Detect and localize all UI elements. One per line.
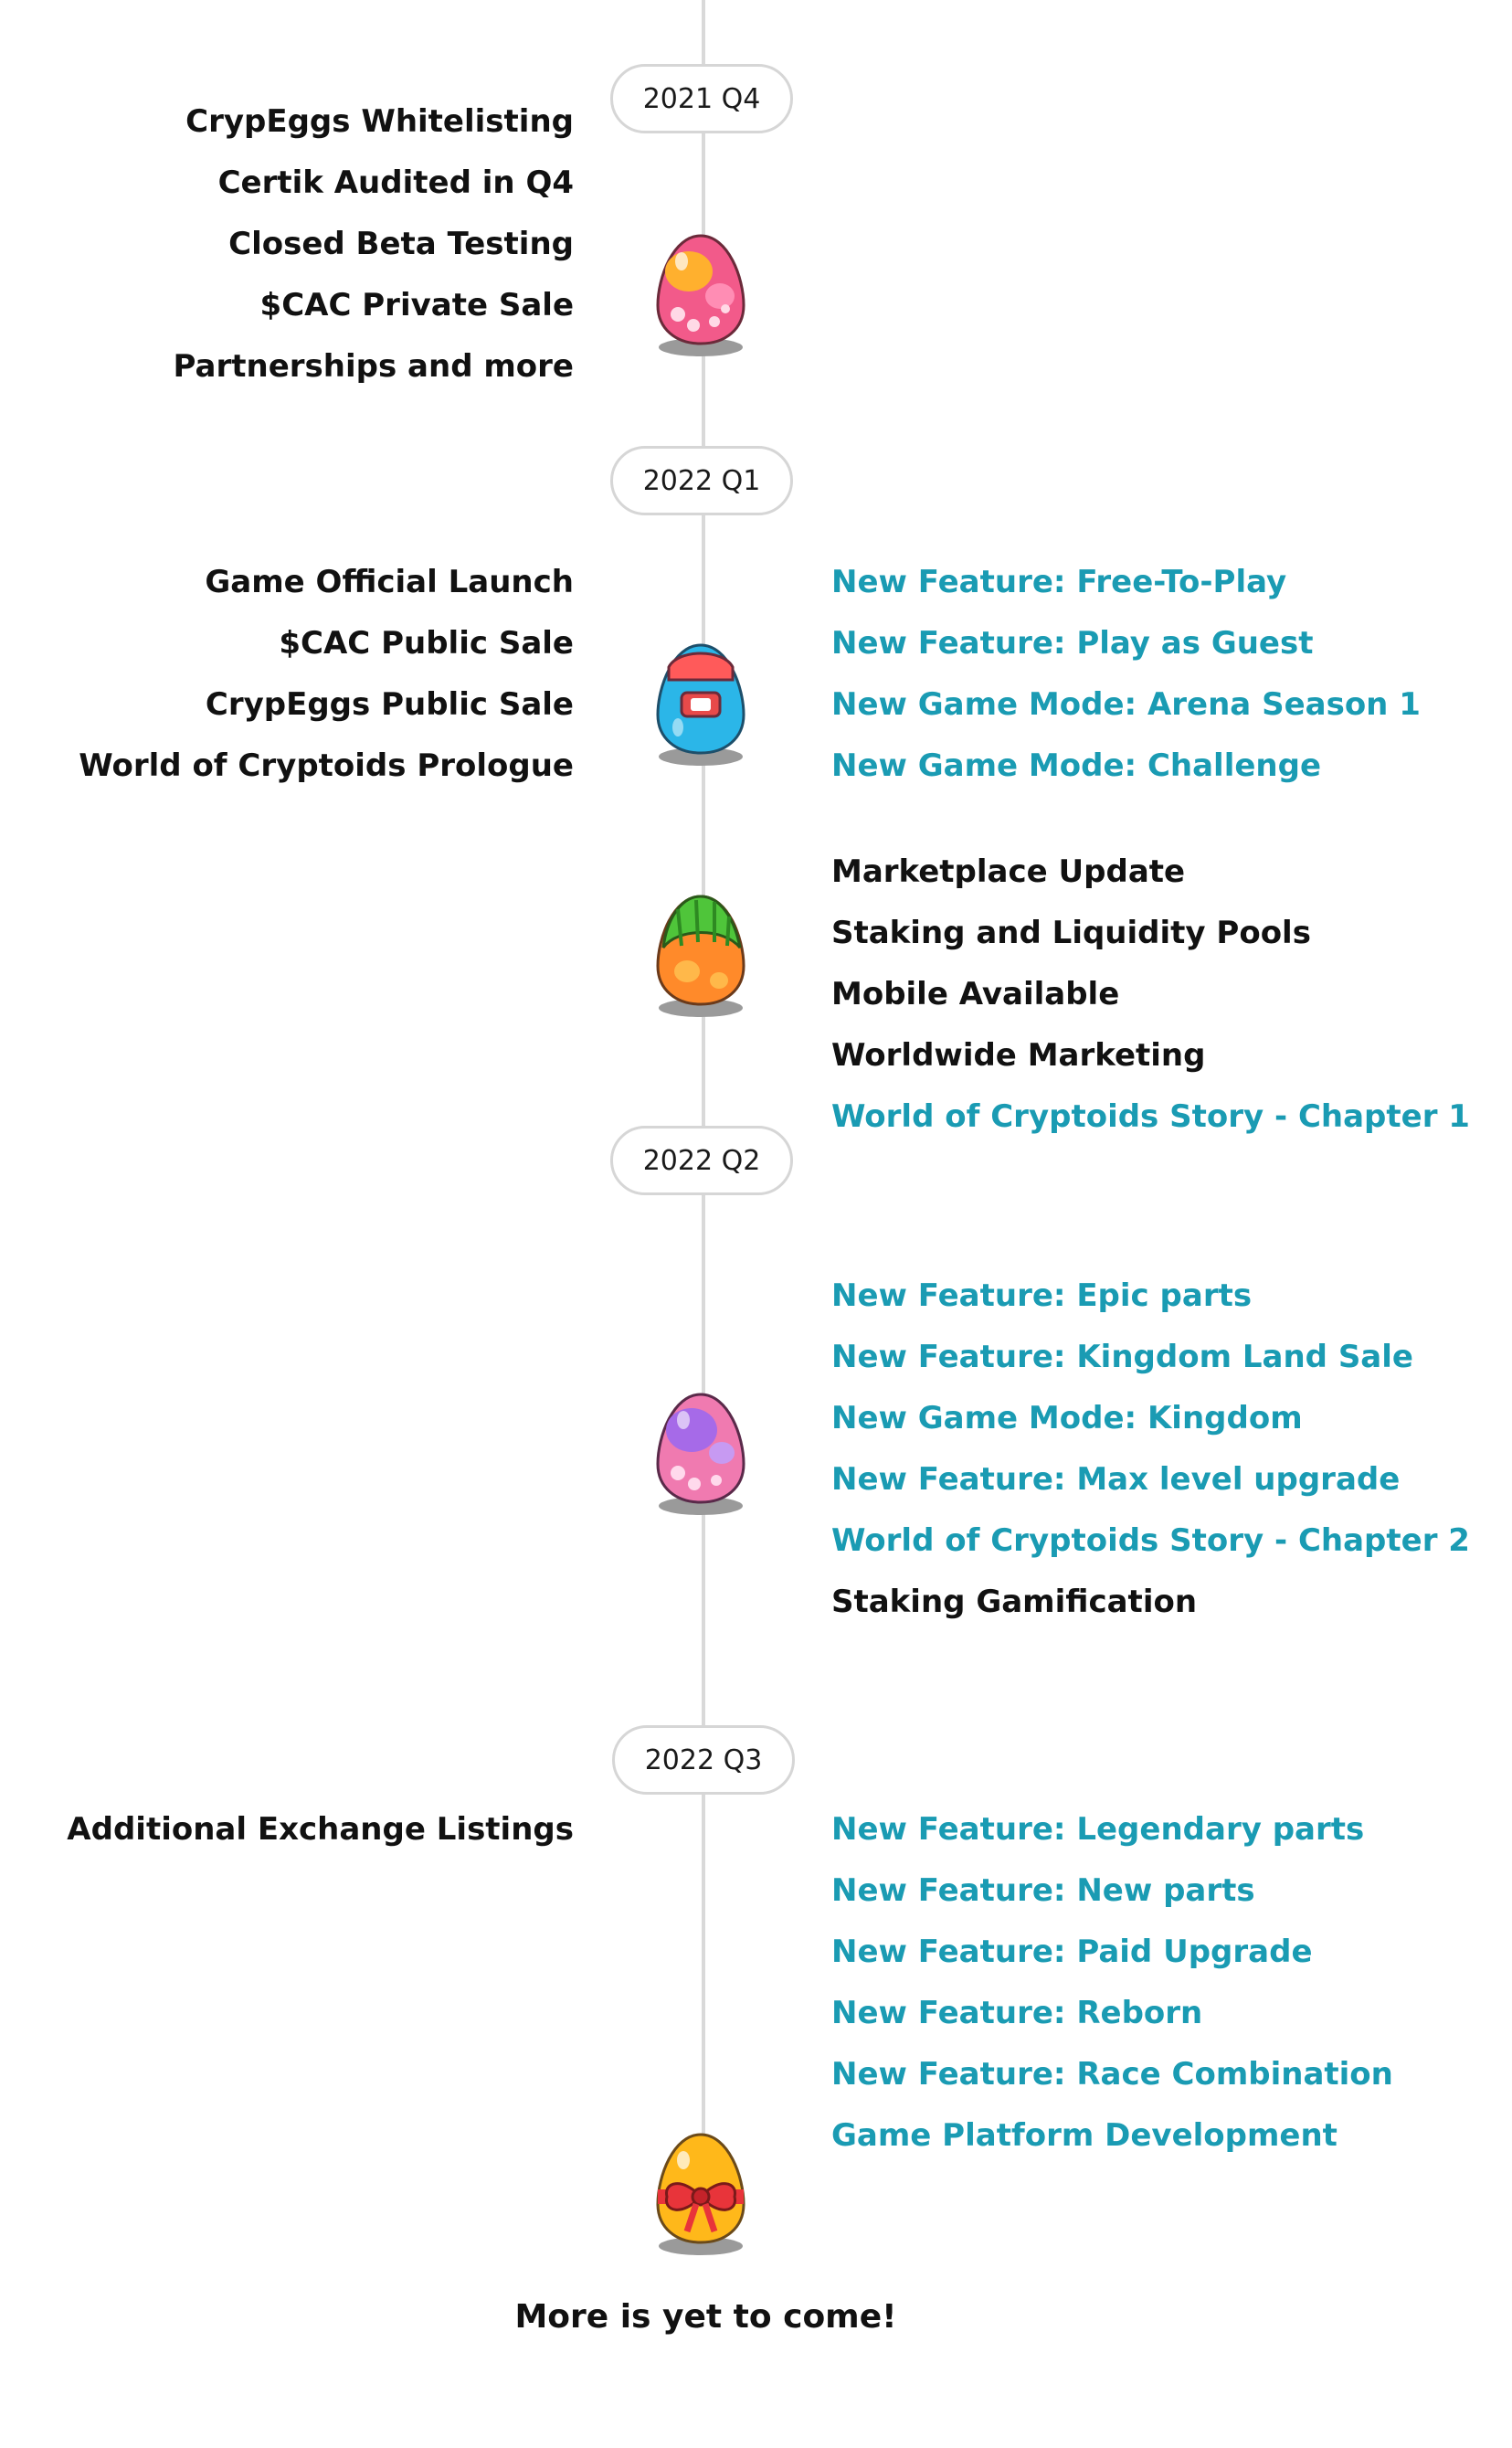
q3-2022-item: Game Platform Development xyxy=(831,2117,1338,2154)
q4-2021-item: CrypEggs Whitelisting xyxy=(185,103,574,140)
q4-2021-item: $CAC Private Sale xyxy=(259,287,574,323)
q2-2022-item: New Feature: Epic parts xyxy=(831,1277,1253,1314)
q1-2022-right-item: New Game Mode: Challenge xyxy=(831,747,1322,784)
q1-2022-left-item: $CAC Public Sale xyxy=(279,625,574,662)
q2-2022-item: New Feature: Max level upgrade xyxy=(831,1461,1401,1498)
purple-egg-icon xyxy=(656,1393,745,1515)
q4-2021-item: Closed Beta Testing xyxy=(228,226,574,262)
gift-egg-icon xyxy=(656,2133,745,2255)
q3-2022-item: New Feature: Race Combination xyxy=(831,2056,1393,2093)
milestone-2022-q1: 2022 Q1 xyxy=(610,446,793,515)
milestone-2022-q3: 2022 Q3 xyxy=(612,1725,795,1795)
q2-2022-item: New Game Mode: Kingdom xyxy=(831,1400,1303,1436)
q1-2022-right2-item: Staking and Liquidity Pools xyxy=(831,915,1311,951)
q4-2021-item: Partnerships and more xyxy=(173,348,574,385)
q2-2022-item: New Feature: Kingdom Land Sale xyxy=(831,1339,1413,1375)
q1-2022-right-item: New Feature: Play as Guest xyxy=(831,625,1314,662)
q2-2022-item: Staking Gamification xyxy=(831,1584,1198,1620)
q1-2022-left-item: Game Official Launch xyxy=(205,564,574,600)
q1-2022-left-item: World of Cryptoids Prologue xyxy=(79,747,574,784)
milestone-2022-q2: 2022 Q2 xyxy=(610,1126,793,1195)
q1-2022-right2-item: Marketplace Update xyxy=(831,853,1186,890)
blue-egg-icon xyxy=(656,643,745,766)
q3-2022-item: New Feature: Paid Upgrade xyxy=(831,1934,1313,1970)
q1-2022-right2-item: Worldwide Marketing xyxy=(831,1037,1206,1074)
q3-2022-left-item: Additional Exchange Listings xyxy=(67,1811,574,1848)
q1-2022-right2-item: Mobile Available xyxy=(831,976,1120,1012)
q2-2022-item: World of Cryptoids Story - Chapter 2 xyxy=(831,1522,1470,1559)
q1-2022-right-item: New Feature: Free-To-Play xyxy=(831,564,1287,600)
q1-2022-right-item: New Game Mode: Arena Season 1 xyxy=(831,686,1421,723)
q1-2022-right2-item: World of Cryptoids Story - Chapter 1 xyxy=(831,1098,1470,1135)
footer-text: More is yet to come! xyxy=(514,2298,897,2336)
green-egg-icon xyxy=(656,895,745,1017)
q3-2022-item: New Feature: Legendary parts xyxy=(831,1811,1365,1848)
q4-2021-item: Certik Audited in Q4 xyxy=(217,164,574,201)
pink-egg-icon xyxy=(656,234,745,356)
q3-2022-item: New Feature: Reborn xyxy=(831,1995,1203,2031)
q3-2022-item: New Feature: New parts xyxy=(831,1872,1255,1909)
milestone-2021-q4: 2021 Q4 xyxy=(610,64,793,133)
q1-2022-left-item: CrypEggs Public Sale xyxy=(205,686,574,723)
